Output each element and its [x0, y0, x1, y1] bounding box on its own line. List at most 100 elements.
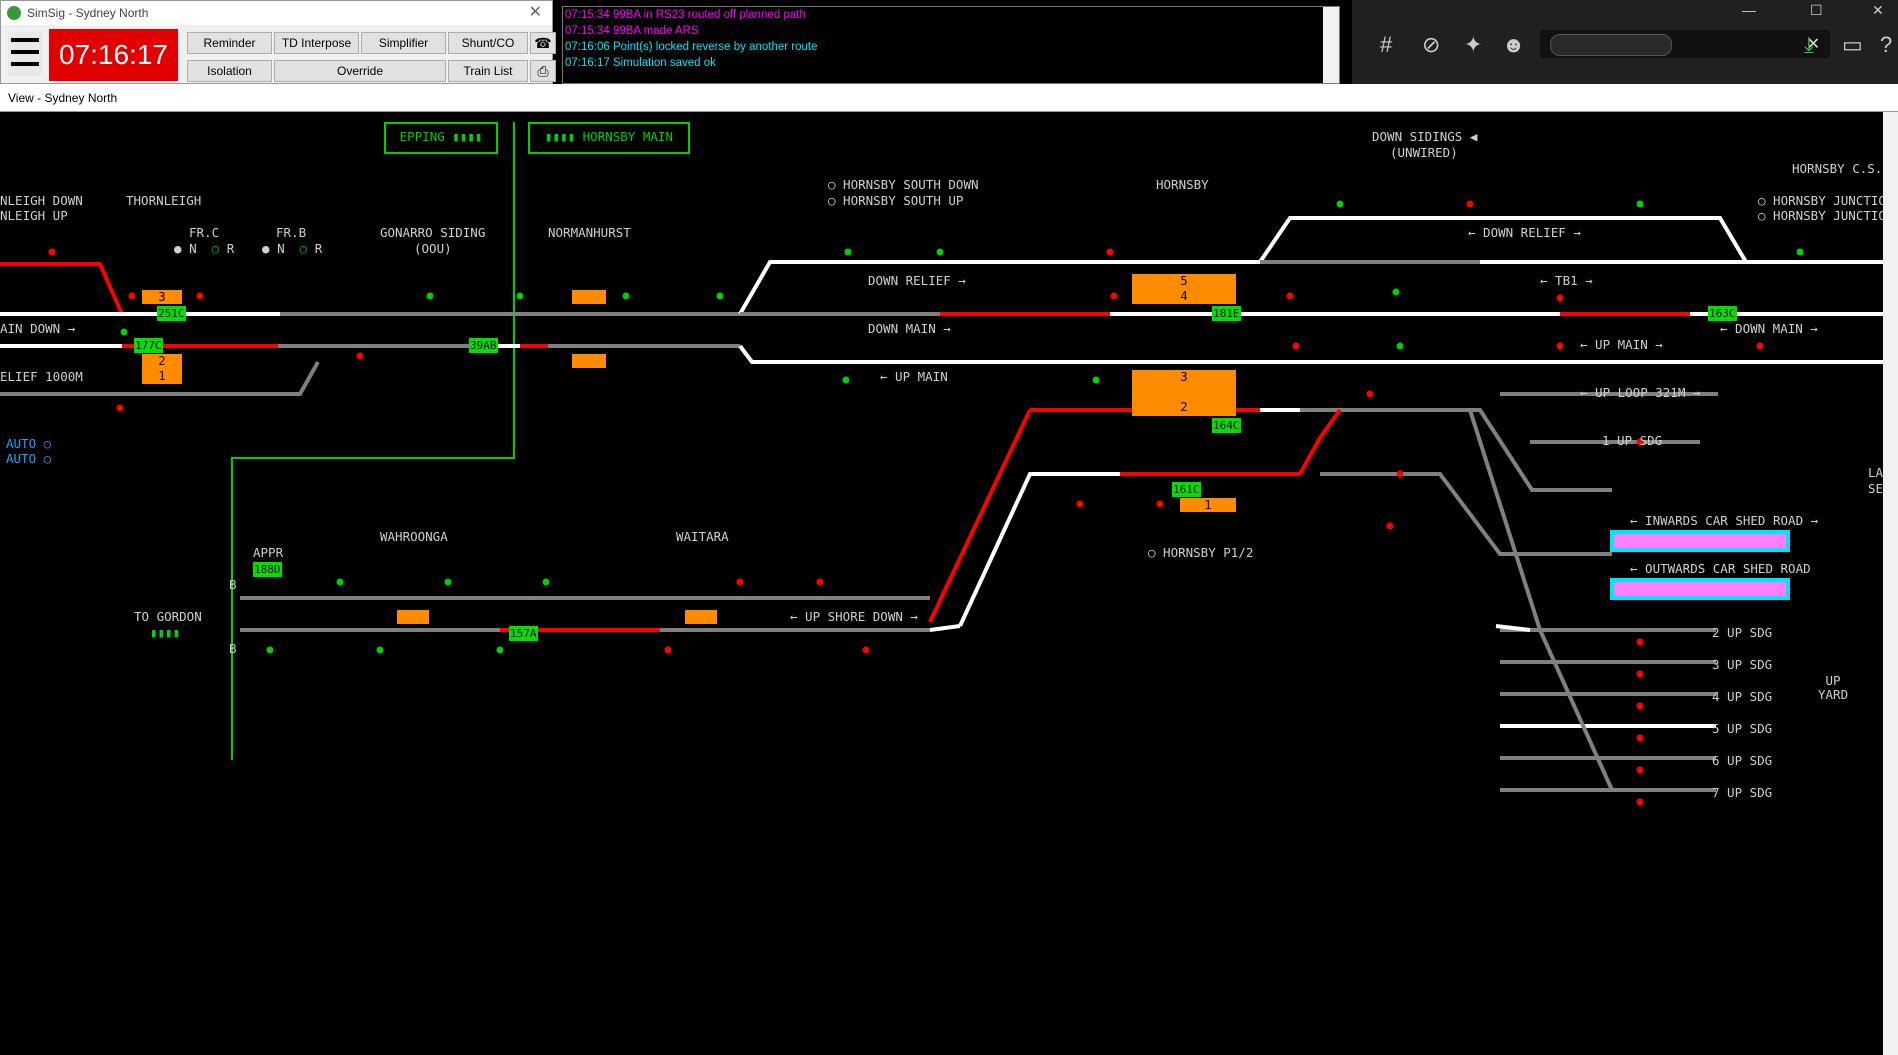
- signal-38[interactable]: [266, 646, 274, 654]
- signal-47[interactable]: [1092, 376, 1100, 384]
- signal-34[interactable]: [444, 578, 452, 586]
- berth-157a[interactable]: 157A: [509, 626, 538, 641]
- signal-27[interactable]: [1636, 670, 1644, 678]
- download-icon[interactable]: ⤓: [1804, 32, 1814, 58]
- track-up-main-hornsby[interactable]: [738, 344, 1240, 364]
- td-interpose-button[interactable]: TD Interpose: [274, 32, 359, 54]
- signal-25[interactable]: [116, 404, 124, 412]
- epping-panel-link[interactable]: EPPING ▮▮▮▮: [384, 122, 498, 154]
- simplifier-button[interactable]: Simplifier: [361, 32, 446, 54]
- car-shed-road-2[interactable]: [1610, 578, 1790, 600]
- route-down-relief-left[interactable]: [0, 262, 124, 315]
- signal-35[interactable]: [542, 578, 550, 586]
- signal-20[interactable]: [1756, 342, 1764, 350]
- signal-15[interactable]: [1796, 248, 1804, 256]
- signalling-view[interactable]: EPPING ▮▮▮▮ ▮▮▮▮ HORNSBY MAIN NLEIGH DOW…: [0, 112, 1898, 1055]
- signal-49[interactable]: [1396, 342, 1404, 350]
- isolation-button[interactable]: Isolation: [187, 60, 272, 82]
- berth-251c[interactable]: 251C: [157, 306, 186, 321]
- signal-41[interactable]: [664, 646, 672, 654]
- signal-28[interactable]: [1636, 702, 1644, 710]
- berth-188d[interactable]: 188D: [253, 562, 282, 577]
- signal-42[interactable]: [862, 646, 870, 654]
- minimize-icon[interactable]: —: [1742, 2, 1756, 18]
- view-scrollbar[interactable]: [1883, 112, 1898, 1055]
- auto-button-2[interactable]: AUTO ○: [6, 452, 51, 466]
- reminder-button[interactable]: Reminder: [187, 32, 272, 54]
- signal-29[interactable]: [1636, 734, 1644, 742]
- frc-switch[interactable]: ● N ○ R: [174, 242, 234, 256]
- signal-22[interactable]: [1366, 390, 1374, 398]
- signal-1[interactable]: [196, 292, 204, 300]
- window-close-icon[interactable]: ✕: [1872, 2, 1884, 19]
- mute-icon[interactable]: ⊘: [1422, 32, 1440, 58]
- track-north-shore-down[interactable]: [958, 472, 1120, 627]
- berth-39ab[interactable]: 39AB: [469, 338, 498, 353]
- signal-31[interactable]: [1636, 798, 1644, 806]
- signal-5[interactable]: [426, 292, 434, 300]
- signal-37[interactable]: [816, 578, 824, 586]
- signal-9[interactable]: [844, 248, 852, 256]
- car-shed-road-1[interactable]: [1610, 530, 1790, 552]
- frb-switch[interactable]: ● N ○ R: [262, 242, 322, 256]
- signal-43[interactable]: [1076, 500, 1084, 508]
- signal-3[interactable]: [120, 328, 128, 336]
- berth-161c[interactable]: 161C: [1172, 482, 1201, 497]
- maximize-icon[interactable]: ☐: [1810, 2, 1823, 19]
- help-icon[interactable]: ?: [1880, 32, 1892, 58]
- signal-17[interactable]: [1110, 292, 1118, 300]
- berth-177c[interactable]: 177C: [134, 338, 163, 353]
- track-inwards[interactable]: [1300, 408, 1612, 492]
- inbox-icon[interactable]: ▭: [1842, 32, 1863, 58]
- berth-164c[interactable]: 164C: [1212, 418, 1241, 433]
- signal-44[interactable]: [1156, 500, 1164, 508]
- signal-2[interactable]: [128, 292, 136, 300]
- track-sdg-ladder-a[interactable]: [1468, 409, 1542, 631]
- members-icon[interactable]: ☻: [1502, 32, 1525, 58]
- hashtag-icon[interactable]: #: [1380, 32, 1392, 58]
- signal-45[interactable]: [1396, 470, 1404, 478]
- route-p1-xover[interactable]: [1298, 408, 1342, 475]
- signal-23[interactable]: [1386, 522, 1394, 530]
- auto-button-1[interactable]: AUTO ○: [6, 437, 51, 451]
- signal-32[interactable]: [1636, 638, 1644, 646]
- shunt-co-button[interactable]: Shunt/CO: [448, 32, 528, 54]
- berth-181e[interactable]: 181E: [1212, 306, 1241, 321]
- berth-163c[interactable]: 163C: [1708, 306, 1737, 321]
- pin-icon[interactable]: ✦: [1464, 32, 1482, 58]
- signal-46[interactable]: [842, 376, 850, 384]
- to-gordon-panel-link[interactable]: ▮▮▮▮: [150, 626, 180, 640]
- signal-18[interactable]: [1292, 342, 1300, 350]
- signal-7[interactable]: [622, 292, 630, 300]
- phone-icon[interactable]: ☎: [530, 32, 556, 54]
- signal-33[interactable]: [336, 578, 344, 586]
- close-icon[interactable]: ✕: [529, 1, 542, 25]
- signal-6[interactable]: [516, 292, 524, 300]
- signal-12[interactable]: [1336, 200, 1344, 208]
- sim-clock[interactable]: 07:16:17: [49, 29, 178, 81]
- printer-icon[interactable]: ⎙: [530, 60, 556, 82]
- signal-24[interactable]: [1556, 294, 1564, 302]
- panel-boundary-line[interactable]: [231, 122, 515, 760]
- signal-0[interactable]: [48, 248, 56, 256]
- track-up-shore-c[interactable]: [929, 624, 961, 632]
- track-sdg-ladder-b[interactable]: [1538, 629, 1614, 791]
- track-outwards[interactable]: [1320, 472, 1612, 556]
- search-input[interactable]: ✕: [1540, 30, 1830, 58]
- signal-8[interactable]: [716, 292, 724, 300]
- signal-19[interactable]: [1556, 342, 1564, 350]
- override-button[interactable]: Override: [274, 60, 446, 82]
- signal-14[interactable]: [1636, 200, 1644, 208]
- message-log[interactable]: 07:15:34 99BA in RS23 routed off planned…: [562, 6, 1340, 84]
- signal-16[interactable]: [1286, 292, 1294, 300]
- signal-36[interactable]: [736, 578, 744, 586]
- signal-10[interactable]: [936, 248, 944, 256]
- hornsby-main-panel-link[interactable]: ▮▮▮▮ HORNSBY MAIN: [528, 122, 690, 154]
- train-list-button[interactable]: Train List: [448, 60, 528, 82]
- signal-4[interactable]: [356, 352, 364, 360]
- signal-40[interactable]: [496, 646, 504, 654]
- menu-icon[interactable]: [8, 32, 42, 76]
- message-scrollbar[interactable]: [1323, 7, 1339, 83]
- signal-30[interactable]: [1636, 766, 1644, 774]
- signal-39[interactable]: [376, 646, 384, 654]
